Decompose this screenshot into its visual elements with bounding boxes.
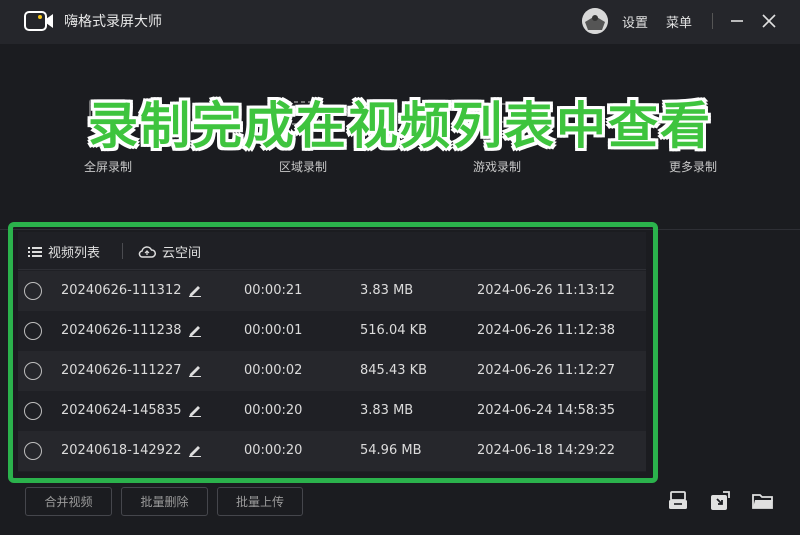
mode-game[interactable]: 游戏录制 (437, 158, 557, 175)
select-radio[interactable] (24, 442, 42, 460)
table-row[interactable]: 20240624-145835 00:00:20 3.83 MB 2024-06… (18, 391, 646, 431)
video-list-panel: 视频列表 云空间 20240626-111312 00:00:21 3.83 M… (18, 232, 646, 472)
tab-video-list[interactable]: 视频列表 (28, 242, 100, 261)
edit-pencil-icon[interactable] (188, 323, 202, 337)
video-table: 20240626-111312 00:00:21 3.83 MB 2024-06… (18, 271, 646, 471)
edit-pencil-icon[interactable] (188, 363, 202, 377)
menu-link[interactable]: 菜单 (666, 12, 692, 31)
video-duration: 00:00:20 (244, 443, 303, 458)
table-row[interactable]: 20240618-142922 00:00:20 54.96 MB 2024-0… (18, 431, 646, 471)
video-duration: 00:00:02 (244, 363, 303, 378)
tab-divider (122, 243, 123, 259)
table-row[interactable]: 20240626-111312 00:00:21 3.83 MB 2024-06… (18, 271, 646, 311)
list-icon (28, 246, 42, 257)
mode-region[interactable]: 区域录制 (243, 158, 363, 175)
video-name: 20240624-145835 (61, 403, 182, 418)
minimize-icon[interactable] (726, 10, 748, 32)
tab-video-list-label: 视频列表 (48, 246, 101, 261)
folder-icon[interactable] (752, 490, 774, 512)
section-divider (0, 229, 800, 230)
video-size: 845.43 KB (360, 363, 428, 378)
user-avatar-icon (582, 8, 608, 34)
table-row[interactable]: 20240626-111238 00:00:01 516.04 KB 2024-… (18, 311, 646, 351)
app-title: 嗨格式录屏大师 (64, 14, 162, 30)
video-date: 2024-06-24 14:58:35 (477, 403, 616, 418)
table-row[interactable]: 20240626-111227 00:00:02 845.43 KB 2024-… (18, 351, 646, 391)
batch-delete-button[interactable]: 批量删除 (121, 487, 208, 516)
settings-link[interactable]: 设置 (622, 12, 648, 31)
video-size: 516.04 KB (360, 323, 428, 338)
merge-videos-button[interactable]: 合并视频 (25, 487, 112, 516)
tab-cloud-label: 云空间 (162, 246, 202, 261)
edit-pencil-icon[interactable] (188, 443, 202, 457)
video-size: 3.83 MB (360, 283, 414, 298)
video-name: 20240626-111312 (61, 283, 182, 298)
close-icon[interactable] (758, 10, 780, 32)
import-icon[interactable] (709, 490, 731, 512)
select-radio[interactable] (24, 282, 42, 300)
select-radio[interactable] (24, 322, 42, 340)
cloud-icon (138, 245, 156, 258)
video-name: 20240626-111238 (61, 323, 182, 338)
video-date: 2024-06-26 11:12:38 (477, 323, 616, 338)
title-divider (712, 13, 713, 29)
batch-upload-button[interactable]: 批量上传 (217, 487, 303, 516)
title-bar: 嗨格式录屏大师 设置 菜单 (0, 0, 800, 44)
annotation-banner: 录制完成在视频列表中查看 (88, 97, 712, 155)
printer-tray-icon[interactable] (667, 490, 689, 512)
video-duration: 00:00:21 (244, 283, 303, 298)
camera-logo-icon (24, 11, 53, 31)
video-date: 2024-06-18 14:29:22 (477, 443, 616, 458)
video-name: 20240618-142922 (61, 443, 182, 458)
tab-cloud[interactable]: 云空间 (138, 242, 201, 261)
video-date: 2024-06-26 11:12:27 (477, 363, 616, 378)
video-duration: 00:00:20 (244, 403, 303, 418)
video-size: 3.83 MB (360, 403, 414, 418)
mode-more[interactable]: 更多录制 (633, 158, 753, 175)
video-date: 2024-06-26 11:13:12 (477, 283, 616, 298)
select-radio[interactable] (24, 362, 42, 380)
video-duration: 00:00:01 (244, 323, 303, 338)
video-size: 54.96 MB (360, 443, 422, 458)
mode-fullscreen[interactable]: 全屏录制 (48, 158, 168, 175)
video-name: 20240626-111227 (61, 363, 182, 378)
edit-pencil-icon[interactable] (188, 283, 202, 297)
select-radio[interactable] (24, 402, 42, 420)
list-tabs: 视频列表 云空间 (18, 232, 646, 270)
edit-pencil-icon[interactable] (188, 403, 202, 417)
avatar[interactable] (582, 8, 608, 34)
